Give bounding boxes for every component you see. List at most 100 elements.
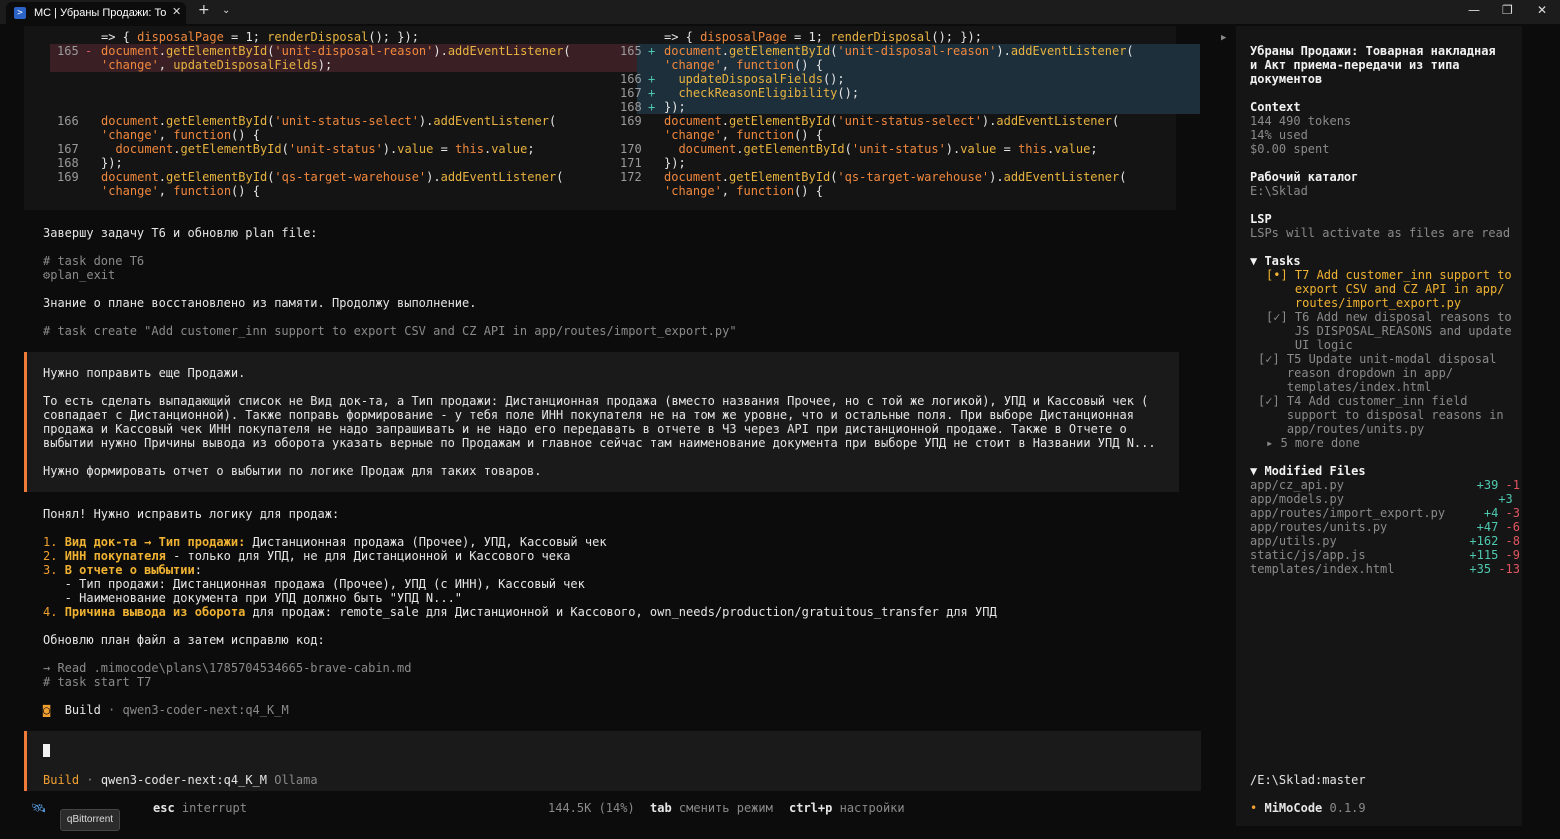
user-message-line: совпадает с Дистанционной). Также поправ…: [43, 408, 1134, 422]
file-diff-stats: +39 -1: [1476, 478, 1520, 492]
close-tab-icon[interactable]: ✕: [172, 5, 181, 19]
code-text: document.getElementById('unit-status-sel…: [664, 114, 1120, 128]
user-message-line: выбытии нужно Причины вывода из оборота …: [43, 436, 1156, 450]
code-text: document.getElementById('unit-status').v…: [115, 142, 535, 156]
modified-file[interactable]: static/js/app.js: [1250, 548, 1366, 562]
lsp-status: LSPs will activate as files are read: [1250, 226, 1511, 240]
task-item-continuation: UI logic: [1266, 338, 1353, 352]
tool-call-line: # task start T7: [43, 675, 152, 689]
token-usage: 144.5K (14%): [548, 801, 635, 815]
stop-icon: ◙: [43, 703, 51, 717]
read-tool-line: → Read .mimocode\plans\1785704534665-bra…: [43, 661, 412, 675]
model-label[interactable]: qwen3-coder-next:q4_K_M: [101, 773, 267, 787]
session-title-line: и Акт приема-передачи из типа: [1250, 58, 1460, 72]
modified-files-heading[interactable]: ▼ Modified Files: [1250, 464, 1366, 478]
code-text: document.getElementById('unit-status').v…: [678, 142, 1098, 156]
diff-marker: +: [648, 44, 656, 58]
modified-file[interactable]: app/routes/units.py: [1250, 520, 1387, 534]
modified-file[interactable]: templates/index.html: [1250, 562, 1395, 576]
tasks-heading[interactable]: ▼ Tasks: [1250, 254, 1301, 268]
minimize-button[interactable]: —: [1468, 3, 1480, 17]
file-diff-stats: +162 -8: [1469, 534, 1520, 548]
task-item: [✓] T5 Update unit-modal disposal: [1258, 352, 1497, 366]
code-text: => { disposalPage = 1; renderDisposal();…: [101, 30, 419, 44]
line-number: 165: [57, 44, 79, 58]
assistant-message: Обновлю план файл а затем исправлю код:: [43, 633, 325, 647]
lsp-heading: LSP: [1250, 212, 1272, 226]
bittorrent-icon[interactable]: 🛰: [31, 801, 46, 815]
app-version: • MiMoCode 0.1.9: [1250, 801, 1366, 815]
diff-marker: +: [648, 72, 656, 86]
context-spent: $0.00 spent: [1250, 142, 1330, 156]
tool-call-plan-exit: ⚙plan_exit: [43, 268, 116, 282]
file-diff-stats: +3: [1498, 492, 1513, 506]
diff-marker: +: [648, 100, 656, 114]
code-text: 'change', function() {: [664, 184, 823, 198]
line-number: 169: [57, 170, 79, 184]
code-text: 'change', function() {: [664, 128, 823, 142]
code-text: 'change', updateDisposalFields);: [101, 58, 333, 72]
list-item: 4. Причина вывода из оборота для продаж:…: [43, 605, 997, 619]
tab-hint: tab сменить режим: [650, 801, 773, 815]
line-number: 170: [620, 142, 642, 156]
code-text: });: [664, 100, 686, 114]
code-text: 'change', function() {: [664, 58, 823, 72]
expand-sidebar-icon[interactable]: ▶: [1221, 31, 1226, 45]
line-number: 165: [620, 44, 642, 58]
terminal-icon: >: [14, 7, 26, 19]
title-bar: > MC | Убраны Продажи: Товар ✕ + ⌄ — ❐ ✕: [0, 0, 1560, 24]
modified-file[interactable]: app/cz_api.py: [1250, 478, 1344, 492]
task-item-continuation: routes/import_export.py: [1266, 296, 1462, 310]
task-item-continuation: export CSV and CZ API in app/: [1266, 282, 1505, 296]
task-item-continuation: templates/index.html: [1258, 380, 1432, 394]
mode-label[interactable]: Build: [43, 773, 79, 787]
workdir-value: E:\Sklad: [1250, 184, 1308, 198]
close-window-button[interactable]: ✕: [1537, 3, 1547, 17]
modified-file[interactable]: app/routes/import_export.py: [1250, 506, 1445, 520]
code-text: document.getElementById('qs-target-wareh…: [101, 170, 564, 184]
code-text: });: [101, 156, 123, 170]
more-done-toggle[interactable]: ▸ 5 more done: [1266, 436, 1360, 450]
build-status: ◙ Build · qwen3-coder-next:q4_K_M: [43, 703, 289, 717]
task-item-continuation: reason dropdown in app/: [1258, 366, 1454, 380]
task-item: [•] T7 Add customer_inn support to: [1266, 268, 1512, 282]
terminal-tab[interactable]: > MC | Убраны Продажи: Товар ✕: [6, 2, 186, 24]
assistant-message: Знание о плане восстановлено из памяти. …: [43, 296, 477, 310]
file-diff-stats: +47 -6: [1476, 520, 1520, 534]
task-item-continuation: JS DISPOSAL_REASONS and update: [1266, 324, 1512, 338]
code-text: 'change', function() {: [101, 184, 260, 198]
file-diff-stats: +4 -3: [1483, 506, 1520, 520]
tool-call-line: # task create "Add customer_inn support …: [43, 324, 737, 338]
tab-dropdown-icon[interactable]: ⌄: [222, 4, 230, 18]
tab-title: MC | Убраны Продажи: Товар: [34, 7, 166, 19]
session-title-line: Убраны Продажи: Товарная накладная: [1250, 44, 1496, 58]
context-heading: Context: [1250, 100, 1301, 114]
diff-marker: +: [648, 86, 656, 100]
session-title-line: документов: [1250, 72, 1323, 86]
list-item: - Наименование документа при УПД должно …: [43, 591, 463, 605]
maximize-button[interactable]: ❐: [1502, 3, 1513, 17]
new-tab-button[interactable]: +: [198, 3, 210, 17]
line-number: 166: [620, 72, 642, 86]
list-item: 1. Вид док-та → Тип продажи: Дистанционн…: [43, 535, 607, 549]
code-text: });: [664, 156, 686, 170]
code-text: document.getElementById('unit-status-sel…: [101, 114, 557, 128]
tool-call-line: # task done T6: [43, 254, 145, 268]
file-diff-stats: +115 -9: [1469, 548, 1520, 562]
workdir-heading: Рабочий каталог: [1250, 170, 1359, 184]
diff-marker: -: [85, 44, 93, 58]
line-number: 168: [57, 156, 79, 170]
tooltip: qBittorrent: [60, 809, 120, 831]
code-text: document.getElementById('unit-disposal-r…: [101, 44, 571, 58]
line-number: 168: [620, 100, 642, 114]
code-text: 'change', function() {: [101, 128, 260, 142]
line-number: 167: [620, 86, 642, 100]
esc-hint: esc interrupt: [153, 801, 247, 815]
modified-file[interactable]: app/models.py: [1250, 492, 1344, 506]
task-item: [✓] T4 Add customer_inn field: [1258, 394, 1468, 408]
file-diff-stats: +35 -13: [1469, 562, 1520, 576]
line-number: 169: [620, 114, 642, 128]
code-text: document.getElementById('unit-disposal-r…: [664, 44, 1134, 58]
modified-file[interactable]: app/utils.py: [1250, 534, 1337, 548]
line-number: 172: [620, 170, 642, 184]
